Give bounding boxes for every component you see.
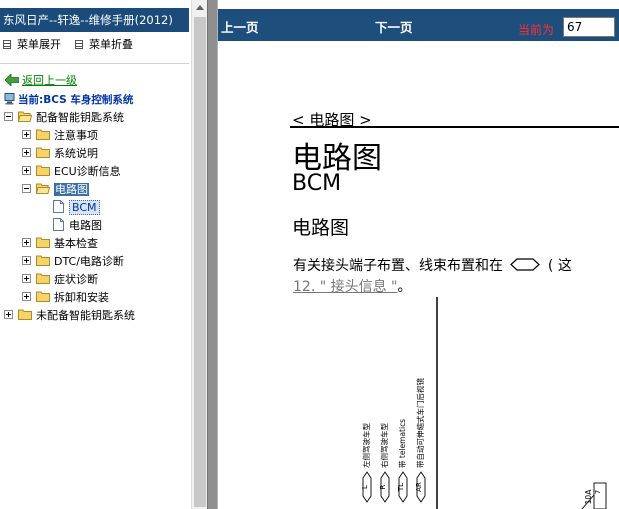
collapse-icon: [75, 40, 83, 49]
expand-toggle[interactable]: [4, 310, 13, 319]
next-page-button[interactable]: 下一页: [375, 17, 413, 36]
page-navigation-bar: 上一页 下一页 当前为: [218, 9, 619, 41]
connector-hexagon-icon: [510, 258, 541, 271]
legend-code: AR: [415, 482, 423, 492]
tree-node-smart-key[interactable]: 配备智能钥匙系统: [4, 110, 124, 126]
page-number-input[interactable]: [563, 17, 615, 37]
prev-page-button[interactable]: 上一页: [221, 17, 259, 36]
legend-item-ar: AR 带自动可伸缩式车门后视镜: [415, 378, 426, 503]
expand-toggle[interactable]: [22, 130, 31, 139]
intro-paragraph-line2: 12. " 接头信息 "。: [293, 279, 412, 295]
tree-node-bcm[interactable]: BCM: [53, 200, 100, 216]
document-icon: [53, 200, 64, 213]
tree-node-system-description[interactable]: 系统说明: [22, 146, 98, 162]
expand-toggle[interactable]: [22, 148, 31, 157]
navigation-pane: 东风日产--轩逸--维修手册(2012) 菜单展开 菜单折叠 返回上一级 当前:…: [0, 0, 191, 509]
current-page-label: 当前为: [518, 23, 555, 37]
tree-node-removal-installation[interactable]: 拆卸和安装: [22, 290, 109, 306]
collapse-toggle[interactable]: [4, 112, 13, 121]
legend-text: 带 telematics: [398, 419, 407, 468]
folder-icon: [36, 273, 50, 284]
folder-open-icon: [36, 183, 50, 194]
document-subtitle: BCM: [292, 171, 342, 196]
legend-code: TL: [397, 483, 405, 492]
fuse-box: [593, 482, 607, 509]
wiring-diagram: L 左侧驾驶车型 R 右侧驾驶车型 TL 带 telematics AR 带自动…: [361, 297, 607, 509]
section-heading: 电路图: [292, 217, 350, 239]
back-link-label[interactable]: 返回上一级: [22, 74, 77, 87]
legend-item-tl: TL 带 telematics: [397, 419, 408, 503]
document-icon: [53, 218, 64, 231]
legend-text: 带自动可伸缩式车门后视镜: [415, 378, 425, 468]
legend-item-r: R 右侧驾驶车型: [379, 423, 390, 503]
folder-icon: [36, 147, 50, 158]
tree-node-basic-check[interactable]: 基本检查: [22, 236, 98, 252]
tree-node-precautions[interactable]: 注意事项: [22, 128, 98, 144]
folder-icon: [36, 165, 50, 176]
current-location: 当前:BCS 车身控制系统: [4, 93, 133, 107]
pane-splitter[interactable]: [207, 0, 218, 509]
scrollbar-thumb[interactable]: [194, 17, 206, 507]
folder-icon: [36, 255, 50, 266]
back-link[interactable]: 返回上一级: [5, 74, 77, 88]
expand-icon: [3, 40, 11, 49]
legend-item-l: L 左侧驾驶车型: [361, 423, 372, 503]
collapse-menu-button[interactable]: 菜单折叠: [75, 38, 133, 52]
folder-icon: [36, 291, 50, 302]
tree-scrollbar[interactable]: [191, 0, 207, 509]
tree-node-diagram[interactable]: 电路图: [53, 218, 102, 234]
collapse-toggle[interactable]: [22, 184, 31, 193]
folder-icon: [18, 309, 32, 320]
legend-text: 左侧驾驶车型: [361, 423, 371, 468]
divider: [0, 63, 189, 64]
back-arrow-icon: [5, 74, 19, 86]
document-content: < 电路图 > 电路图 BCM 电路图 有关接头端子布置、线束布置和在 ( 这 …: [218, 41, 619, 509]
tree-node-dtc-diagnosis[interactable]: DTC/电路诊断: [22, 254, 124, 270]
expand-menu-button[interactable]: 菜单展开: [3, 38, 61, 52]
folder-icon: [36, 129, 50, 140]
expand-toggle[interactable]: [22, 292, 31, 301]
computer-icon: [4, 93, 15, 105]
tree-node-ecu-info[interactable]: ECU诊断信息: [22, 164, 121, 180]
legend-code: L: [361, 485, 369, 489]
expand-toggle[interactable]: [22, 256, 31, 265]
scroll-up-arrow-icon[interactable]: [196, 5, 204, 10]
folder-icon: [36, 237, 50, 248]
fuse-symbol: 10A 7: [581, 482, 607, 509]
tree-node-no-smart-key[interactable]: 未配备智能钥匙系统: [4, 308, 135, 324]
heading-rule: [290, 126, 619, 128]
connector-info-link[interactable]: 12. " 接头信息 ": [293, 279, 398, 295]
tree-node-wiring-diagram[interactable]: 电路图: [22, 182, 89, 198]
expand-toggle[interactable]: [22, 238, 31, 247]
legend-code: R: [379, 484, 387, 489]
intro-paragraph: 有关接头端子布置、线束布置和在 ( 这: [293, 258, 572, 274]
folder-open-icon: [18, 111, 32, 122]
legend-text: 右侧驾驶车型: [379, 423, 389, 468]
expand-toggle[interactable]: [22, 166, 31, 175]
expand-toggle[interactable]: [22, 274, 31, 283]
tree-node-symptom-diagnosis[interactable]: 症状诊断: [22, 272, 98, 288]
fuse-number: 7: [594, 490, 602, 494]
manual-title: 东风日产--轩逸--维修手册(2012): [0, 8, 189, 32]
